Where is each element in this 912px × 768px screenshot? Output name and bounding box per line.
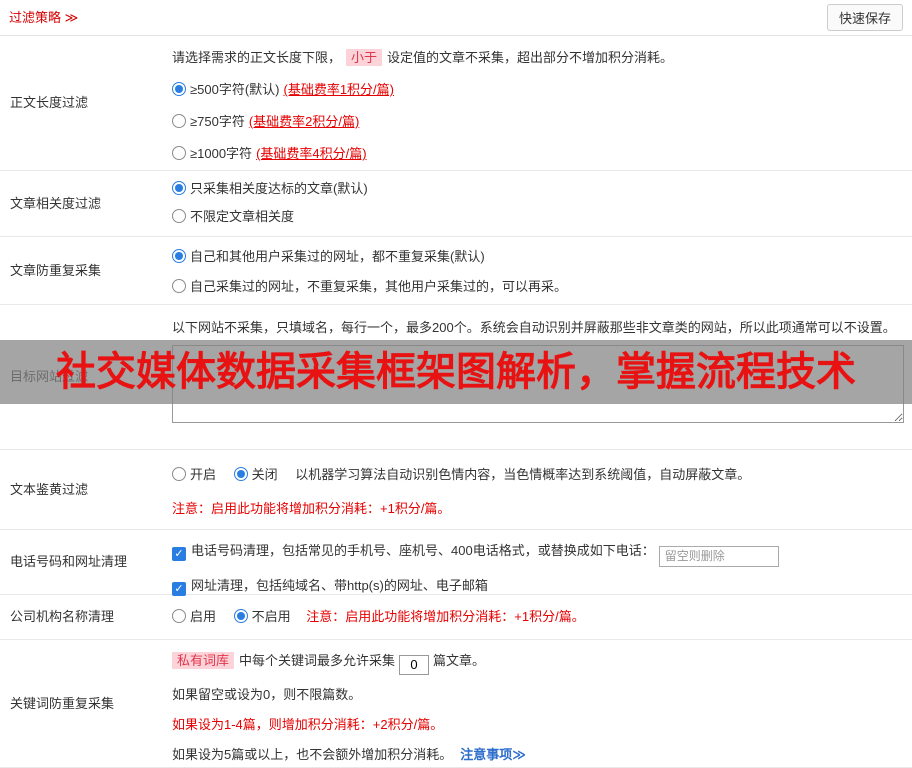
toolbar: 过滤策略 ≫ 快速保存 xyxy=(0,0,912,36)
section-dedup-collect: 文章防重复采集 自己和其他用户采集过的网址，都不重复采集(默认) 自己采集过的网… xyxy=(0,237,912,305)
option-label: ≥750字符 xyxy=(190,114,245,129)
page-title[interactable]: 过滤策略 ≫ xyxy=(9,8,78,28)
option-label: 关闭 xyxy=(251,467,278,482)
company-clean-note: 注意：启用此功能将增加积分消耗：+1积分/篇。 xyxy=(306,609,585,624)
radio-relevance-any-icon[interactable] xyxy=(172,209,186,223)
option-label: 不启用 xyxy=(251,609,291,624)
section-target-site-filter: 目标网站过滤 以下网站不采集，只填域名，每行一个，最多200个。系统会自动识别并… xyxy=(0,305,912,450)
section-label: 目标网站过滤 xyxy=(10,369,89,385)
dedup-option-self[interactable]: 自己采集过的网址，不重复采集，其他用户采集过的，可以再采。 xyxy=(172,277,904,297)
radio-porn-off-icon[interactable] xyxy=(233,467,248,481)
desc-text: 请选择需求的正文长度下限， xyxy=(172,50,342,65)
option-label: 自己和其他用户采集过的网址，都不重复采集(默认) xyxy=(190,249,485,264)
private-lexicon-chip: 私有词库 xyxy=(172,652,235,669)
option-label: 网址清理，包括纯域名、带http(s)的网址、电子邮箱 xyxy=(191,577,488,593)
desc-text: 设定值的文章不采集，超出部分不增加积分消耗。 xyxy=(387,50,674,65)
section-label: 公司机构名称清理 xyxy=(10,609,115,625)
length-option-500[interactable]: ≥500字符(默认) (基础费率1积分/篇) xyxy=(172,80,904,100)
blocked-sites-textarea[interactable] xyxy=(172,345,904,423)
option-label: 启用 xyxy=(190,609,217,624)
quick-save-button[interactable]: 快速保存 xyxy=(826,4,903,31)
replacement-phone-input[interactable] xyxy=(658,545,779,567)
radio-500-icon[interactable] xyxy=(172,82,186,96)
keyword-limit-line: 私有词库中每个关键词最多允许采集 篇文章。 xyxy=(172,650,904,675)
relevance-option-strict[interactable]: 只采集相关度达标的文章(默认) xyxy=(172,179,904,199)
option-label: 只采集相关度达标的文章(默认) xyxy=(190,181,368,196)
line-text: 如果设为5篇或以上，也不会额外增加积分消耗。 xyxy=(172,746,453,762)
radio-dedup-self-icon[interactable] xyxy=(172,279,186,293)
keyword-count-input[interactable] xyxy=(399,654,430,675)
relevance-option-any[interactable]: 不限定文章相关度 xyxy=(172,207,904,227)
line-text: 中每个关键词最多允许采集 xyxy=(239,653,396,668)
fee-note: (基础费率4积分/篇) xyxy=(256,146,367,161)
option-label: 自己采集过的网址，不重复采集，其他用户采集过的，可以再采。 xyxy=(190,279,568,294)
section-label: 关键词防重复采集 xyxy=(10,695,115,711)
line-text: 篇文章。 xyxy=(433,653,486,668)
radio-company-on-icon[interactable] xyxy=(172,609,186,623)
section-porn-filter: 文本鉴黄过滤 开启 关闭 以机器学习算法自动识别色情内容，当色情概率达到系统阈值… xyxy=(0,450,912,530)
section-phone-url-clean: 电话号码和网址清理 电话号码清理，包括常见的手机号、座机号、400电话格式，或替… xyxy=(0,530,912,597)
keyword-note-zero: 如果留空或设为0，则不限篇数。 xyxy=(172,686,362,702)
radio-relevance-strict-icon[interactable] xyxy=(172,181,186,195)
section-label: 文章防重复采集 xyxy=(10,262,102,278)
section-label: 文章相关度过滤 xyxy=(10,195,102,211)
keyword-note-five: 如果设为5篇或以上，也不会额外增加积分消耗。 注意事项≫ xyxy=(172,744,904,765)
option-label: 开启 xyxy=(190,467,217,482)
url-clean-option[interactable]: 网址清理，包括纯域名、带http(s)的网址、电子邮箱 xyxy=(172,575,904,597)
length-filter-description: 请选择需求的正文长度下限， 小于 设定值的文章不采集，超出部分不增加积分消耗。 xyxy=(172,48,904,68)
company-option-on[interactable]: 启用 xyxy=(172,609,216,624)
porn-filter-options: 开启 关闭 以机器学习算法自动识别色情内容，当色情概率达到系统阈值，自动屏蔽文章… xyxy=(172,465,904,485)
radio-dedup-global-icon[interactable] xyxy=(172,249,186,263)
fee-note: (基础费率2积分/篇) xyxy=(248,114,360,129)
section-label: 文本鉴黄过滤 xyxy=(10,481,89,497)
option-label: 电话号码清理，包括常见的手机号、座机号、400电话格式，或替换成如下电话： xyxy=(191,543,655,558)
radio-porn-on-icon[interactable] xyxy=(172,467,186,481)
radio-company-off-icon[interactable] xyxy=(233,609,248,623)
checkbox-phone-clean-icon[interactable] xyxy=(172,547,186,561)
keyword-note-cost: 如果设为1-4篇，则增加积分消耗：+2积分/篇。 xyxy=(172,716,444,732)
notes-link[interactable]: 注意事项≫ xyxy=(460,747,526,762)
section-relevance-filter: 文章相关度过滤 只采集相关度达标的文章(默认) 不限定文章相关度 xyxy=(0,171,912,237)
section-keyword-dedup: 关键词防重复采集 私有词库中每个关键词最多允许采集 篇文章。 如果留空或设为0，则… xyxy=(0,640,912,768)
section-label: 正文长度过滤 xyxy=(10,95,89,111)
length-option-750[interactable]: ≥750字符 (基础费率2积分/篇) xyxy=(172,112,904,132)
porn-filter-note: 注意：启用此功能将增加积分消耗：+1积分/篇。 xyxy=(172,500,451,516)
section-label: 电话号码和网址清理 xyxy=(10,554,128,570)
radio-1000-icon[interactable] xyxy=(172,146,186,160)
radio-750-icon[interactable] xyxy=(172,114,186,128)
porn-option-off[interactable]: 关闭 xyxy=(233,467,278,482)
option-label: ≥1000字符 xyxy=(190,146,253,161)
dedup-option-global[interactable]: 自己和其他用户采集过的网址，都不重复采集(默认) xyxy=(172,247,904,267)
length-option-1000[interactable]: ≥1000字符 (基础费率4积分/篇) xyxy=(172,144,904,164)
checkbox-url-clean-icon[interactable] xyxy=(172,581,186,596)
option-label: ≥500字符(默认) xyxy=(190,82,280,97)
porn-option-on[interactable]: 开启 xyxy=(172,467,216,482)
option-label: 不限定文章相关度 xyxy=(190,209,295,224)
target-filter-description: 以下网站不采集，只填域名，每行一个，最多200个。系统会自动识别并屏蔽那些非文章… xyxy=(172,320,896,335)
fee-note: (基础费率1积分/篇) xyxy=(283,82,394,97)
phone-clean-option[interactable]: 电话号码清理，包括常见的手机号、座机号、400电话格式，或替换成如下电话： xyxy=(172,540,904,567)
highlight-less-than: 小于 xyxy=(346,49,383,66)
company-option-off[interactable]: 不启用 xyxy=(233,609,291,624)
porn-filter-description: 以机器学习算法自动识别色情内容，当色情概率达到系统阈值，自动屏蔽文章。 xyxy=(295,467,751,482)
section-company-name-clean: 公司机构名称清理 启用 不启用 注意：启用此功能将增加积分消耗：+1积分/篇。 xyxy=(0,595,912,640)
section-body-length-filter: 正文长度过滤 请选择需求的正文长度下限， 小于 设定值的文章不采集，超出部分不增加积… xyxy=(0,36,912,171)
